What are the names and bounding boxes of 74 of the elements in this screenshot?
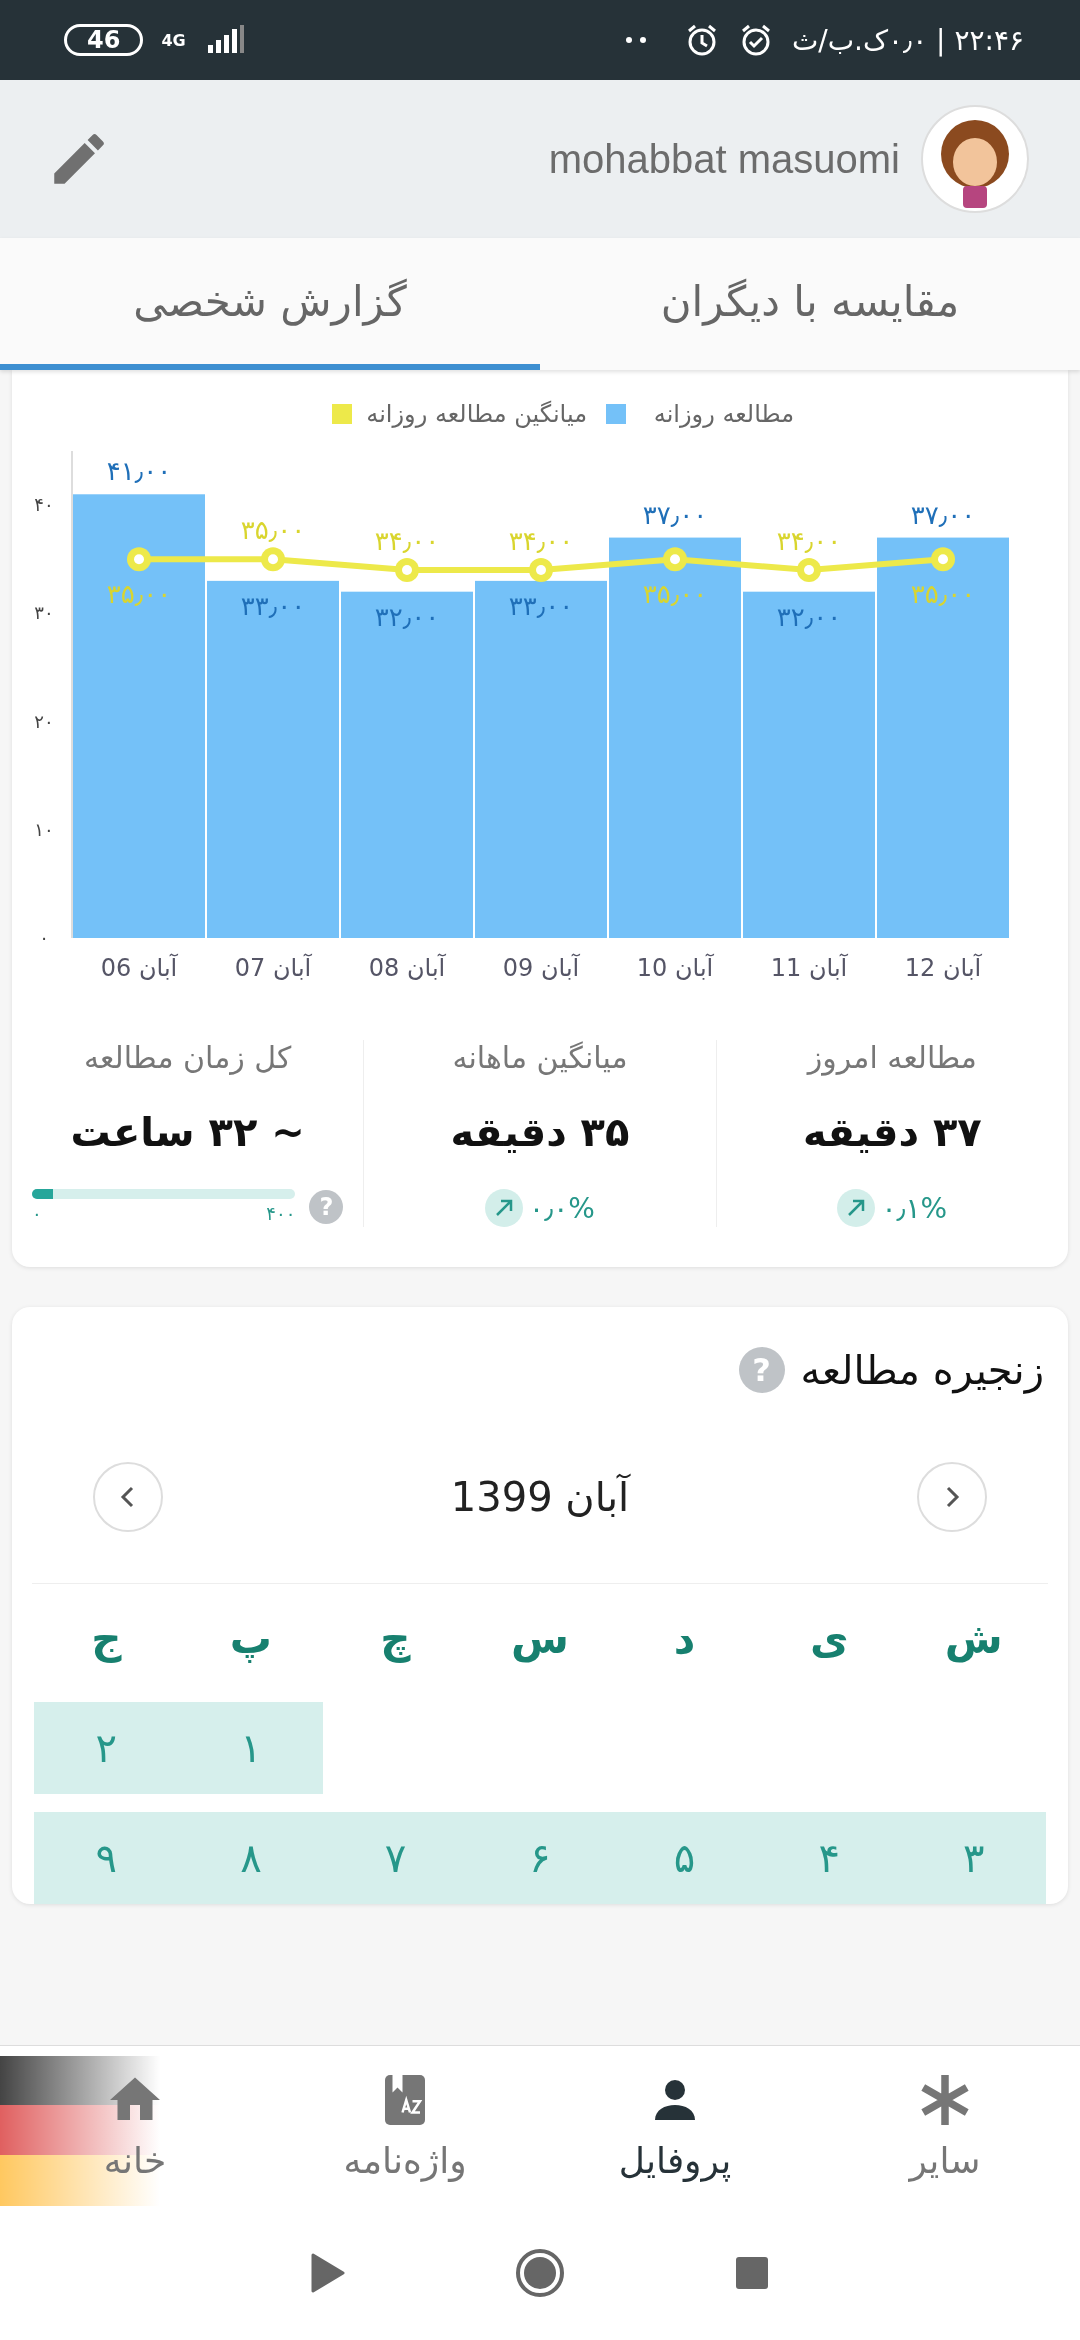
help-icon[interactable]: ?: [309, 1189, 344, 1224]
bar-value-label: ۳۷٫۰۰: [642, 499, 708, 530]
section-title: زنجیره مطالعه: [800, 1347, 1044, 1393]
back-button[interactable]: [311, 2253, 345, 2293]
help-icon[interactable]: ?: [738, 1347, 785, 1393]
nav-item[interactable]: سایر: [810, 2046, 1080, 2206]
tab[interactable]: مقایسه با دیگران: [540, 238, 1080, 370]
bar-value-label: ۳۳٫۰۰: [240, 590, 306, 621]
stat-label: میانگین ماهانه: [452, 1040, 628, 1075]
stat-label: مطالعه امروز: [807, 1040, 977, 1075]
line-value-label: ۳۴٫۰۰: [508, 526, 574, 557]
x-axis-label: 10 آبان: [636, 954, 714, 982]
stat-label: کل زمان مطالعه: [84, 1040, 292, 1075]
bar-value-label: ۳۷٫۰۰: [910, 499, 976, 530]
home-button[interactable]: [515, 2248, 565, 2298]
x-axis-label: 12 آبان: [904, 954, 982, 982]
calendar-day[interactable]: ۸: [178, 1812, 324, 1904]
stat-value: ۳۵ دقیقه: [450, 1109, 630, 1155]
y-axis-label: ۱۰: [34, 818, 54, 840]
weekday-label: چ: [379, 1614, 412, 1665]
stat-value: ۳۷ دقیقه: [802, 1109, 982, 1155]
bar-value-label: ۴۱٫۰۰: [106, 456, 172, 487]
weekday-label: د: [672, 1614, 697, 1665]
user-name: mohabbat masuomi: [548, 136, 900, 182]
calendar-day[interactable]: ۲: [34, 1702, 179, 1794]
calendar-day[interactable]: ۶: [467, 1812, 613, 1904]
calendar-day[interactable]: ۱: [178, 1702, 324, 1794]
nav-item[interactable]: خانه: [0, 2046, 270, 2206]
weekday-label: س: [510, 1614, 570, 1665]
nav-item[interactable]: واژه‌نامه: [270, 2046, 540, 2206]
x-axis-label: 11 آبان: [770, 954, 848, 982]
trend-up-icon: [485, 1189, 524, 1227]
stat-value: ~ ۳۲ ساعت: [70, 1109, 305, 1155]
bar-value-label: ۳۲٫۰۰: [776, 601, 842, 632]
bar-value-label: ۳۳٫۰۰: [508, 590, 574, 621]
x-axis-label: 08 آبان: [368, 954, 446, 982]
month-title: آبان 1399: [450, 1474, 630, 1520]
trend-up-icon: [837, 1189, 876, 1227]
y-axis-label: ۴۰: [34, 494, 54, 516]
y-axis-label: ۳۰: [34, 602, 54, 624]
bar-value-label: ۳۲٫۰۰: [374, 601, 440, 632]
weekday-label: پ: [228, 1614, 273, 1665]
nav-item[interactable]: پروفایل: [540, 2046, 810, 2206]
calendar-day[interactable]: ۵: [612, 1812, 757, 1904]
y-axis-label: ۲۰: [34, 710, 54, 732]
change-percent: ۰٫۱%: [881, 1191, 948, 1225]
legend-label: مطالعه روزانه: [653, 400, 794, 428]
weekday-label: ش: [943, 1614, 1004, 1665]
line-value-label: ۳۴٫۰۰: [776, 526, 842, 557]
calendar-day[interactable]: ۴: [756, 1812, 902, 1904]
progress-min: ۰: [32, 1203, 42, 1224]
x-axis-label: 07 آبان: [234, 954, 312, 982]
network-type: 4G: [161, 30, 186, 50]
line-value-label: ۳۵٫۰۰: [642, 579, 708, 610]
calendar-day[interactable]: ۳: [901, 1812, 1046, 1904]
line-value-label: ۳۵٫۰۰: [240, 515, 306, 546]
status-clock: ۲۲:۴۶ | ۰٫۰ک.ب/ث: [791, 23, 1024, 57]
calendar-day[interactable]: ۹: [34, 1812, 179, 1904]
recents-button[interactable]: [735, 2256, 769, 2290]
chart-legend-item: مطالعه روزانه: [606, 400, 794, 428]
avatar[interactable]: [920, 104, 1030, 214]
x-axis-label: 09 آبان: [502, 954, 580, 982]
battery-indicator: 46: [64, 24, 144, 56]
y-axis-label: ۰: [39, 927, 49, 948]
line-value-label: ۳۵٫۰۰: [106, 579, 172, 610]
weekday-label: ج: [90, 1614, 123, 1665]
progress-max: ۴۰۰: [266, 1203, 296, 1224]
change-percent: ۰٫۰%: [529, 1191, 595, 1225]
weekday-label: ی: [808, 1614, 850, 1665]
x-axis-label: 06 آبان: [100, 954, 178, 982]
line-value-label: ۳۴٫۰۰: [374, 526, 440, 557]
line-value-label: ۳۵٫۰۰: [910, 579, 976, 610]
chart-legend-item: میانگین مطالعه روزانه: [332, 400, 587, 428]
calendar-day[interactable]: ۷: [323, 1812, 468, 1904]
